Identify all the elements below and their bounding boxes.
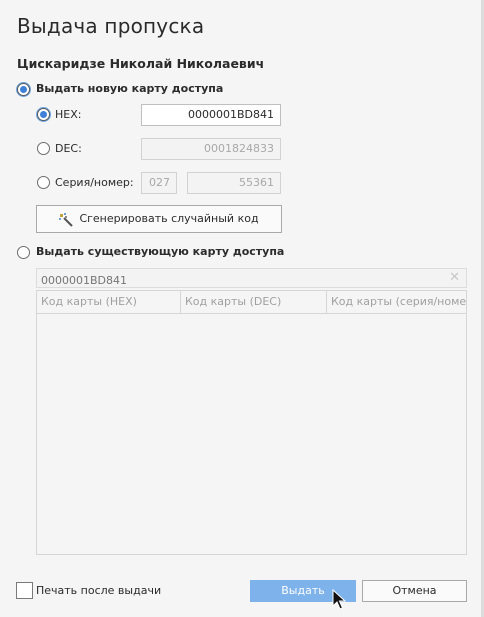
cards-table[interactable]: Код карты (HEX) Код карты (DEC) Код карт… bbox=[36, 290, 467, 555]
issue-pass-dialog: Выдача пропуска Цискаридзе Николай Никол… bbox=[0, 0, 484, 617]
card-search-field[interactable]: ✕ bbox=[36, 268, 467, 290]
new-card-label[interactable]: Выдать новую карту доступа bbox=[36, 82, 223, 95]
dialog-title: Выдача пропуска bbox=[17, 14, 205, 38]
existing-card-radio[interactable] bbox=[17, 246, 30, 259]
hex-input[interactable]: 0000001BD841 bbox=[141, 104, 281, 126]
column-header-dec[interactable]: Код карты (DEC) bbox=[180, 291, 326, 313]
print-after-issue-checkbox[interactable] bbox=[16, 582, 33, 599]
close-icon[interactable]: ✕ bbox=[449, 270, 460, 286]
hex-radio[interactable] bbox=[37, 108, 50, 121]
column-header-series[interactable]: Код карты (серия/номер bbox=[326, 291, 466, 313]
number-input[interactable]: 55361 bbox=[187, 172, 281, 194]
series-radio[interactable] bbox=[37, 176, 50, 189]
dec-radio[interactable] bbox=[37, 142, 50, 155]
hex-label[interactable]: HEX: bbox=[55, 108, 81, 121]
magic-wand-icon bbox=[59, 211, 74, 227]
generate-code-button[interactable]: Сгенерировать случайный код bbox=[36, 205, 282, 233]
card-search-input[interactable] bbox=[37, 271, 445, 290]
table-header: Код карты (HEX) Код карты (DEC) Код карт… bbox=[37, 291, 466, 314]
new-card-radio[interactable] bbox=[17, 83, 30, 96]
generate-code-label: Сгенерировать случайный код bbox=[79, 212, 259, 225]
dec-input[interactable]: 0001824833 bbox=[141, 138, 281, 160]
cancel-button[interactable]: Отмена bbox=[362, 580, 467, 602]
existing-card-label[interactable]: Выдать существующую карту доступа bbox=[36, 245, 284, 258]
column-header-hex[interactable]: Код карты (HEX) bbox=[37, 291, 180, 313]
print-after-issue-label[interactable]: Печать после выдачи bbox=[36, 584, 161, 597]
mouse-cursor-icon bbox=[332, 589, 346, 610]
person-name: Цискаридзе Николай Николаевич bbox=[17, 56, 265, 71]
series-input[interactable]: 027 bbox=[141, 172, 177, 194]
series-label[interactable]: Серия/номер: bbox=[55, 176, 134, 189]
dec-label[interactable]: DEC: bbox=[55, 142, 82, 155]
